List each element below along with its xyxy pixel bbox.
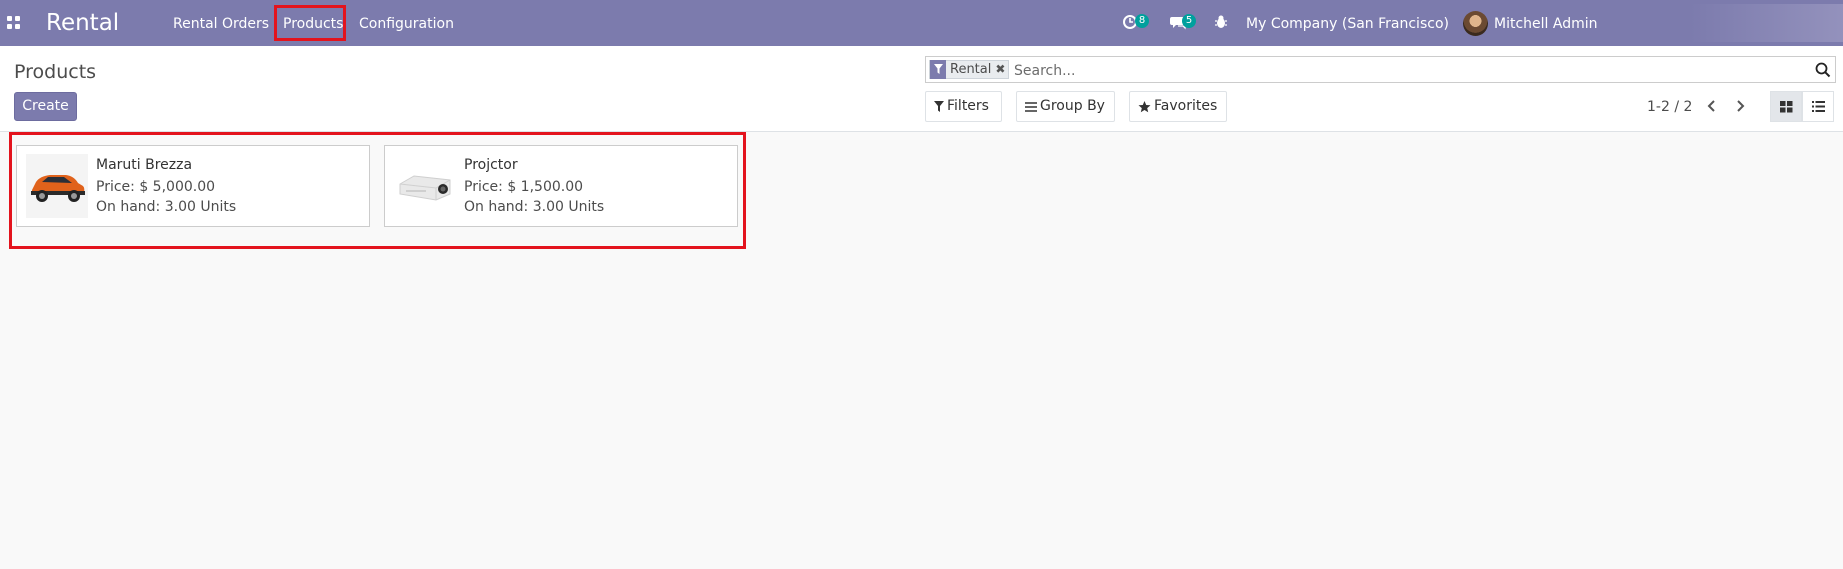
navbar-fade [1690,4,1843,42]
menu-configuration[interactable]: Configuration [359,15,454,33]
search-facet: Rental ✖ [929,60,1010,79]
kanban-view-button[interactable] [1770,91,1802,122]
product-name[interactable]: Maruti Brezza [96,156,192,174]
facet-label: Rental [950,62,992,77]
control-panel: Products Create Rental ✖ Filters Group B… [0,46,1843,132]
search-icon[interactable] [1814,61,1832,79]
page-title[interactable]: Products [14,60,96,84]
list-bars-icon [1025,101,1037,112]
products-menu-highlight [274,5,346,41]
kanban-icon [1779,100,1792,112]
favorites-button[interactable]: Favorites [1129,91,1227,122]
app-brand[interactable]: Rental [46,9,119,37]
filter-icon [934,101,944,112]
facet-remove-icon[interactable]: ✖ [995,61,1008,78]
product-card[interactable]: Projctor Price: $ 1,500.00 On hand: 3.00… [384,145,738,227]
group-by-label: Group By [1040,98,1105,114]
apps-menu-icon[interactable] [7,16,20,29]
list-view-button[interactable] [1802,91,1834,122]
product-price: Price: $ 1,500.00 [464,179,584,195]
star-icon [1138,100,1151,112]
menu-rental-orders[interactable]: Rental Orders [173,15,269,33]
product-price: Price: $ 5,000.00 [96,179,216,195]
filters-button[interactable]: Filters [925,91,1002,122]
product-name[interactable]: Projctor [464,156,518,174]
filters-label: Filters [947,98,989,114]
messages-badge: 5 [1182,14,1196,28]
filter-icon [930,60,946,79]
company-switcher[interactable]: My Company (San Francisco) [1246,15,1449,33]
product-card[interactable]: Maruti Brezza Price: $ 5,000.00 On hand:… [16,145,370,227]
bug-icon[interactable] [1214,14,1228,34]
pager-next-icon[interactable] [1732,97,1748,117]
search-input[interactable] [1014,61,1774,80]
pager-value[interactable]: 1-2 / 2 [1647,98,1692,116]
product-on-hand: On hand: 3.00 Units [96,199,237,215]
car-image [26,154,88,218]
user-menu[interactable]: Mitchell Admin [1494,15,1598,33]
product-on-hand: On hand: 3.00 Units [464,199,605,215]
search-bar[interactable]: Rental ✖ [925,56,1836,83]
group-by-button[interactable]: Group By [1016,91,1115,122]
top-navbar: Rental Rental Orders Products Configurat… [0,0,1843,46]
pager-previous-icon[interactable] [1704,97,1720,117]
projector-image [394,154,456,218]
create-button[interactable]: Create [14,92,77,121]
activity-badge: 8 [1135,14,1149,28]
user-avatar[interactable] [1463,11,1488,36]
list-icon [1811,101,1825,112]
favorites-label: Favorites [1154,98,1218,114]
